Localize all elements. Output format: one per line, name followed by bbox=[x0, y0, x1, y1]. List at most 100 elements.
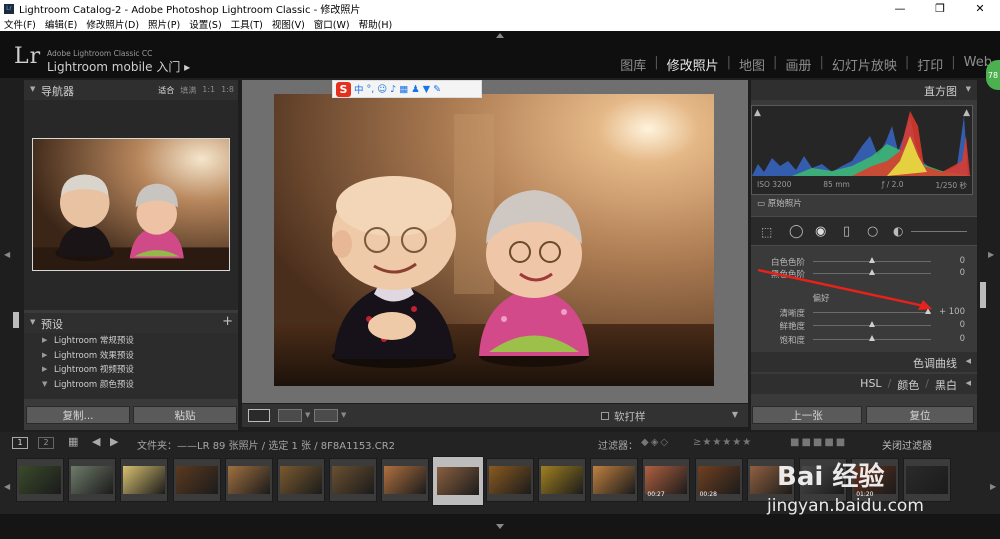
paste-settings-button[interactable]: 粘贴 bbox=[133, 406, 237, 424]
page-2-button[interactable]: 2 bbox=[38, 437, 54, 449]
main-photo[interactable] bbox=[274, 94, 714, 386]
zoom-1-8[interactable]: 1:8 bbox=[221, 85, 234, 96]
crop-tool-icon[interactable]: ⬚ bbox=[761, 225, 772, 239]
histogram-header[interactable]: 直方图 ▼ bbox=[751, 80, 977, 100]
filmstrip-thumbnail[interactable] bbox=[120, 458, 169, 502]
filmstrip-thumbnail[interactable]: 00:28 bbox=[694, 458, 743, 502]
filmstrip-thumbnail[interactable] bbox=[590, 458, 639, 502]
forward-arrow-icon[interactable]: ▶ bbox=[110, 435, 118, 448]
module-library[interactable]: 图库 bbox=[612, 55, 654, 74]
red-eye-icon[interactable]: ◉ bbox=[815, 224, 826, 239]
module-book[interactable]: 画册 bbox=[777, 55, 819, 74]
filmstrip-thumbnail[interactable] bbox=[172, 458, 221, 502]
preset-folder[interactable]: ▶ Lightroom 效果预设 bbox=[24, 348, 238, 363]
slider-row[interactable]: 白色色阶 0 bbox=[751, 256, 973, 268]
collapse-top-icon[interactable] bbox=[496, 33, 504, 38]
slider-value[interactable]: 0 bbox=[960, 334, 965, 344]
menu-help[interactable]: 帮助(H) bbox=[359, 17, 393, 31]
user-icon[interactable]: ♟ bbox=[411, 84, 420, 95]
loupe-view-icon[interactable] bbox=[248, 409, 270, 422]
before-after-icon[interactable] bbox=[278, 409, 302, 422]
filmstrip-thumbnail[interactable] bbox=[381, 458, 430, 502]
tab-bw[interactable]: 黑白 bbox=[935, 377, 957, 393]
highlight-clipping-icon[interactable]: ▲ bbox=[963, 108, 970, 118]
mic-icon[interactable]: ♪ bbox=[390, 84, 396, 95]
filmstrip-thumbnail[interactable] bbox=[329, 458, 378, 502]
input-method-toolbar[interactable]: S 中 °, ☺ ♪ ▦ ♟ ▼ ✎ bbox=[332, 80, 482, 98]
module-develop[interactable]: 修改照片 bbox=[659, 55, 727, 74]
grid-view-icon[interactable]: ▦ bbox=[68, 435, 78, 448]
page-1-button[interactable]: 1 bbox=[12, 437, 28, 449]
tone-curve-header[interactable]: 色调曲线 ◀ bbox=[751, 352, 977, 372]
maximize-button[interactable]: ❐ bbox=[920, 0, 960, 17]
back-arrow-icon[interactable]: ◀ bbox=[92, 435, 100, 448]
menu-edit[interactable]: 编辑(E) bbox=[45, 17, 77, 31]
filmstrip-thumbnail[interactable] bbox=[431, 456, 484, 506]
navigator-header[interactable]: ▼ 导航器 适合 填满 1:1 1:8 bbox=[24, 80, 238, 100]
menu-photo[interactable]: 照片(P) bbox=[148, 17, 180, 31]
hsl-header[interactable]: HSL / 颜色 / 黑白 ◀ bbox=[751, 374, 977, 394]
previous-button[interactable]: 上一张 bbox=[752, 406, 862, 424]
menu-develop[interactable]: 修改照片(D) bbox=[86, 17, 139, 31]
collapse-bottom-icon[interactable] bbox=[496, 524, 504, 529]
shadow-clipping-icon[interactable]: ▲ bbox=[754, 108, 761, 118]
filmstrip-thumbnail[interactable] bbox=[538, 458, 586, 502]
left-scrollbar[interactable] bbox=[13, 312, 19, 328]
punctuation-icon[interactable]: °, bbox=[367, 84, 375, 95]
module-print[interactable]: 打印 bbox=[909, 55, 951, 74]
right-scrollbar[interactable] bbox=[980, 282, 986, 308]
close-button[interactable]: ✕ bbox=[960, 0, 1000, 17]
side-badge[interactable]: 78 bbox=[986, 60, 1000, 90]
swap-icon[interactable] bbox=[314, 409, 338, 422]
slider-value[interactable]: 0 bbox=[960, 268, 965, 278]
radial-filter-icon[interactable]: ○ bbox=[867, 224, 878, 239]
settings-icon[interactable]: ✎ bbox=[433, 84, 441, 95]
menu-view[interactable]: 视图(V) bbox=[272, 17, 305, 31]
preset-folder[interactable]: ▶ Lightroom 常规预设 bbox=[24, 333, 238, 348]
reset-button[interactable]: 复位 bbox=[866, 406, 974, 424]
add-preset-button[interactable]: + bbox=[222, 314, 233, 329]
filmstrip-left-icon[interactable]: ◀ bbox=[4, 482, 10, 491]
menu-window[interactable]: 窗口(W) bbox=[314, 17, 350, 31]
adjustment-brush-icon[interactable]: ◐ bbox=[893, 224, 903, 238]
preset-folder[interactable]: ▶ Lightroom 视频预设 bbox=[24, 362, 238, 377]
presets-header[interactable]: ▼ 预设 + bbox=[24, 313, 238, 333]
tab-color[interactable]: 颜色 bbox=[897, 377, 919, 393]
collapse-right-icon[interactable]: ▶ bbox=[988, 250, 994, 259]
menu-settings[interactable]: 设置(S) bbox=[189, 17, 221, 31]
slider-knob[interactable] bbox=[869, 321, 875, 327]
tab-hsl[interactable]: HSL bbox=[860, 377, 881, 393]
slider-value[interactable]: 0 bbox=[960, 256, 965, 266]
filmstrip-thumbnail[interactable] bbox=[224, 458, 273, 502]
filmstrip-thumbnail[interactable]: 00:27 bbox=[642, 458, 691, 502]
chinese-mode-icon[interactable]: 中 bbox=[354, 82, 364, 96]
slider-knob[interactable] bbox=[869, 335, 875, 341]
minimize-button[interactable]: — bbox=[880, 0, 920, 17]
slider-row[interactable]: 饱和度 0 bbox=[751, 334, 973, 346]
dropdown-arrow-icon[interactable]: ▼ bbox=[341, 411, 346, 419]
soft-proof-checkbox[interactable] bbox=[601, 412, 609, 420]
flag-filter-icon[interactable]: ◆◈◇ bbox=[641, 437, 670, 448]
filmstrip-thumbnail[interactable] bbox=[16, 458, 64, 502]
slider-knob[interactable] bbox=[869, 257, 875, 263]
keyboard-icon[interactable]: ▦ bbox=[399, 84, 408, 95]
brush-slider[interactable] bbox=[911, 231, 967, 232]
toolbar-menu-icon[interactable]: ▼ bbox=[732, 410, 738, 419]
emoji-icon[interactable]: ☺ bbox=[377, 84, 387, 95]
spot-removal-icon[interactable]: ◯ bbox=[789, 224, 804, 239]
slider-value[interactable]: 0 bbox=[960, 320, 965, 330]
menu-tools[interactable]: 工具(T) bbox=[231, 17, 263, 31]
zoom-fit[interactable]: 适合 bbox=[158, 85, 174, 96]
filmstrip-thumbnail[interactable] bbox=[485, 458, 534, 502]
navigator-thumbnail[interactable] bbox=[32, 138, 230, 271]
original-photo-toggle[interactable]: ▭ 原始照片 bbox=[757, 197, 802, 209]
collapse-left-icon[interactable]: ◀ bbox=[4, 250, 10, 259]
filmstrip-thumbnail[interactable] bbox=[68, 458, 117, 502]
filmstrip-thumbnail[interactable] bbox=[277, 458, 325, 502]
graduated-filter-icon[interactable]: ▯ bbox=[843, 224, 850, 239]
source-info[interactable]: 文件夹：——LR 89 张照片 / 选定 1 张 / 8F8A1153.CR2 bbox=[137, 437, 395, 452]
module-map[interactable]: 地图 bbox=[731, 55, 773, 74]
copy-settings-button[interactable]: 复制... bbox=[26, 406, 130, 424]
module-slideshow[interactable]: 幻灯片放映 bbox=[824, 55, 905, 74]
preset-folder[interactable]: ▼ Lightroom 颜色预设 bbox=[24, 377, 238, 392]
